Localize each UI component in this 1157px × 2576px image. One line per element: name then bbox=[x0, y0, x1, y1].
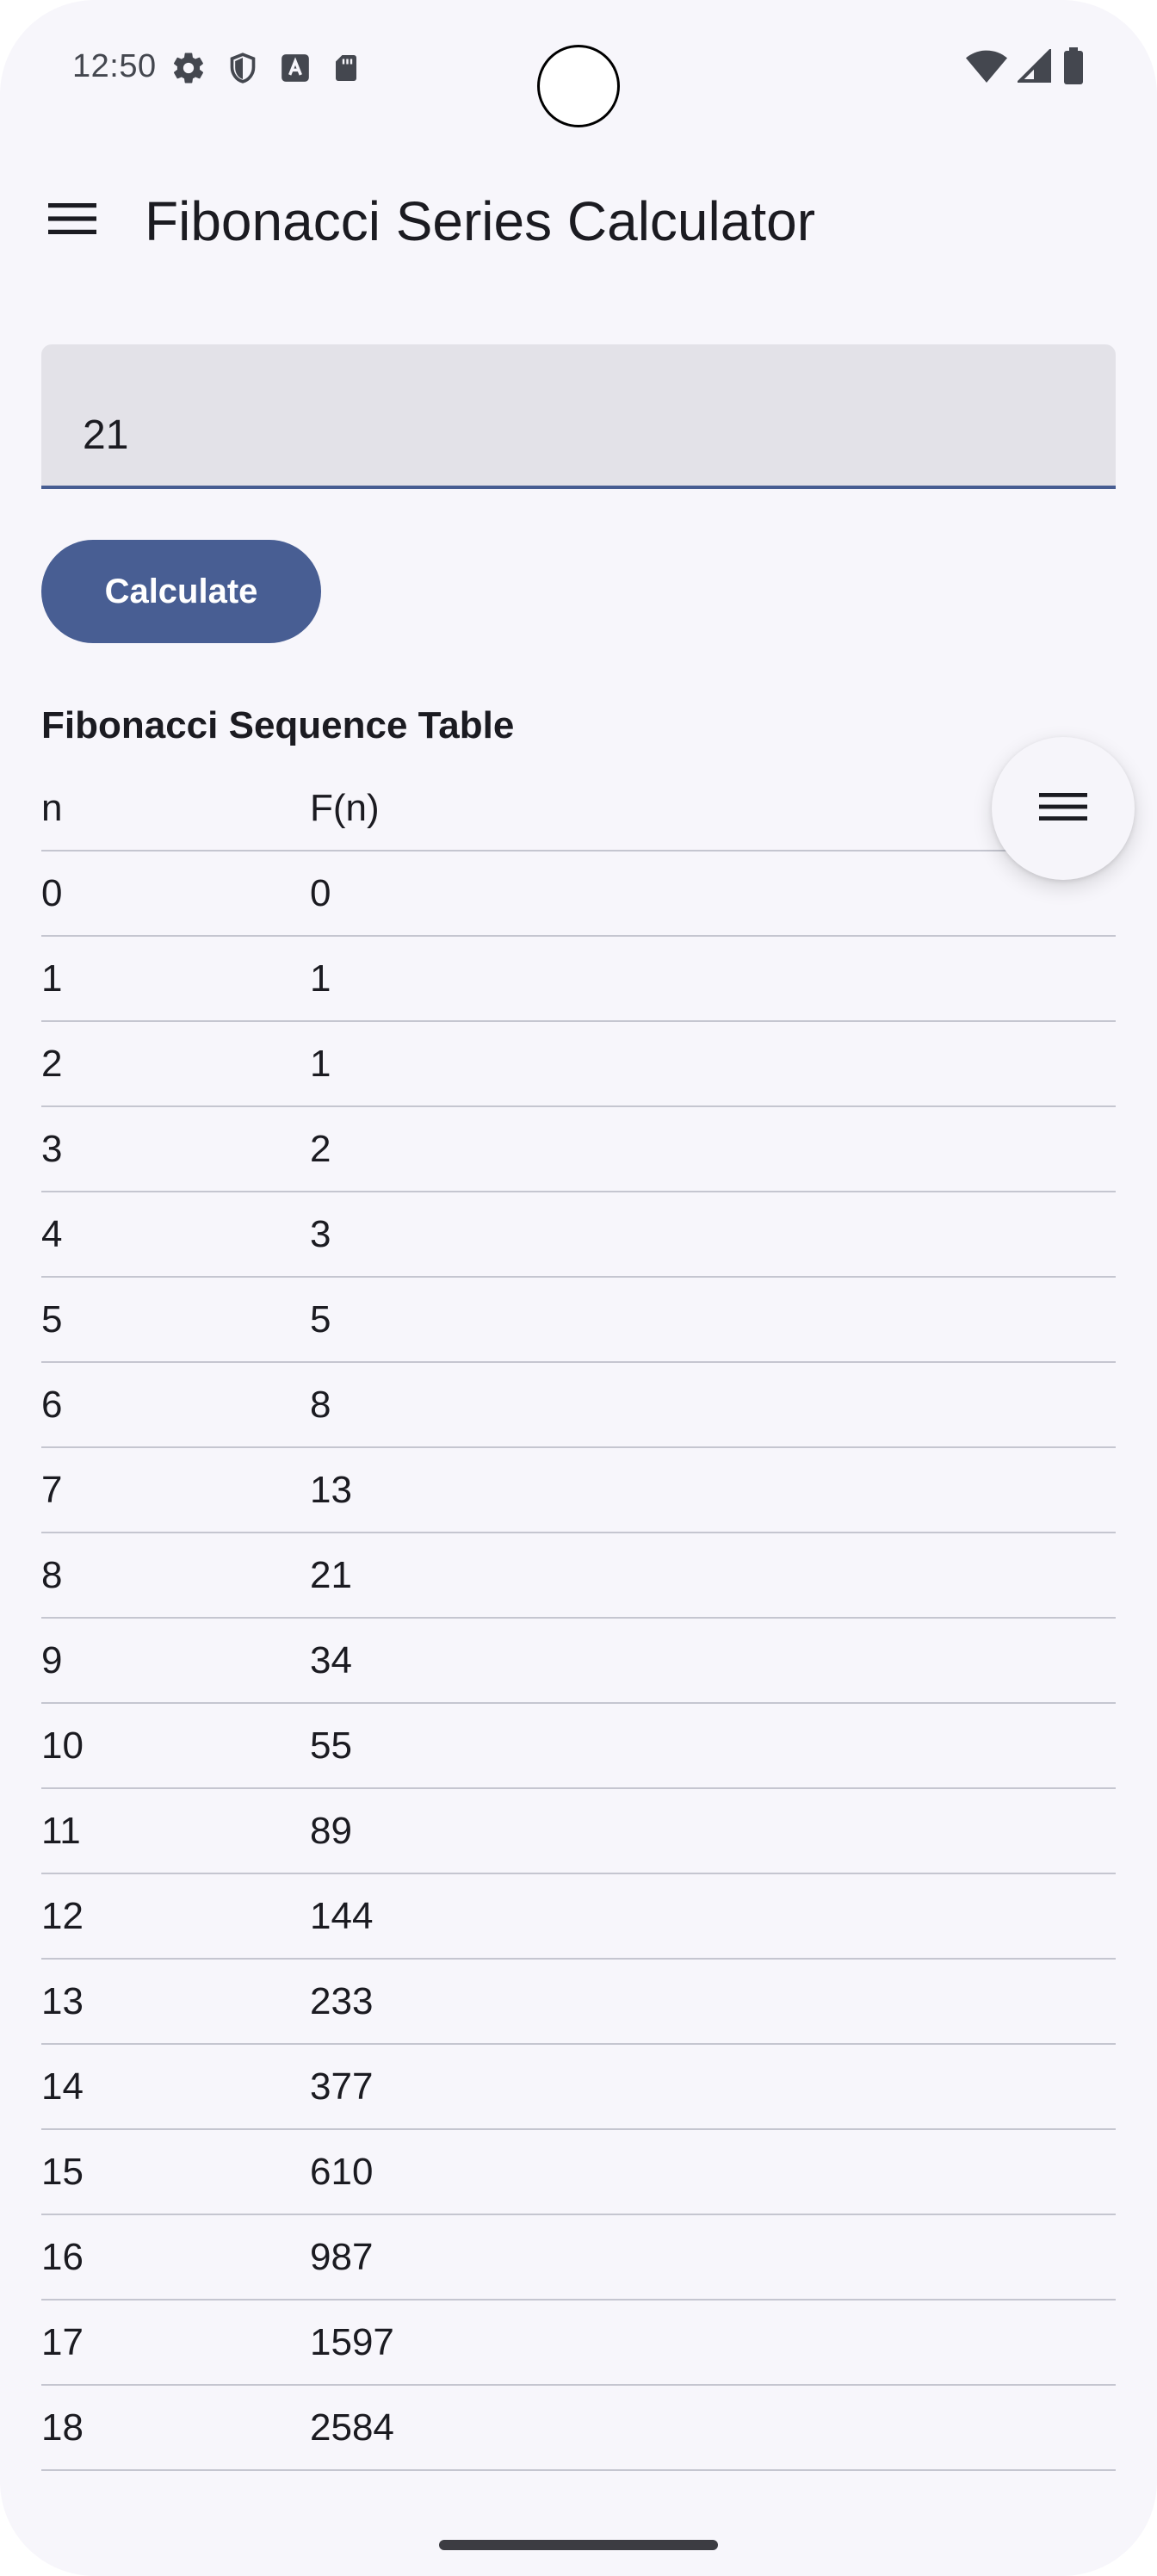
cell-fn: 8 bbox=[310, 1384, 331, 1426]
cell-n: 2 bbox=[41, 1043, 63, 1085]
table-row: 21 bbox=[41, 1022, 1116, 1107]
navigation-menu-button[interactable] bbox=[38, 186, 107, 255]
cell-fn: 55 bbox=[310, 1725, 352, 1767]
cell-fn: 89 bbox=[310, 1810, 352, 1852]
cell-n: 8 bbox=[41, 1554, 63, 1596]
cell-n: 17 bbox=[41, 2321, 84, 2363]
cell-fn: 3 bbox=[310, 1213, 331, 1255]
cell-fn: 233 bbox=[310, 1980, 374, 2022]
cell-n: 12 bbox=[41, 1895, 84, 1937]
page-title: Fibonacci Series Calculator bbox=[145, 190, 815, 252]
camera-cutout bbox=[537, 45, 620, 127]
table-title: Fibonacci Sequence Table bbox=[41, 704, 515, 746]
table-row: 68 bbox=[41, 1363, 1116, 1448]
table-row: 32 bbox=[41, 1107, 1116, 1192]
table-row: 14 377 bbox=[41, 2045, 1116, 2130]
a-box-icon bbox=[279, 52, 312, 84]
cell-n: 7 bbox=[41, 1469, 63, 1511]
floating-menu-button[interactable] bbox=[992, 737, 1135, 880]
battery-icon bbox=[1062, 46, 1085, 90]
table-row: 16 987 bbox=[41, 2215, 1116, 2300]
column-header-fn: F(n) bbox=[310, 787, 380, 829]
cell-fn: 0 bbox=[310, 872, 331, 914]
cell-fn: 2584 bbox=[310, 2406, 394, 2449]
cell-fn: 13 bbox=[310, 1469, 352, 1511]
table-row: 8 21 bbox=[41, 1533, 1116, 1619]
phone-screen: 12:50 Fibonacci Series Calculator 21 Cal… bbox=[0, 0, 1157, 2576]
table-row: 13 233 bbox=[41, 1960, 1116, 2045]
signal-icon bbox=[1016, 46, 1052, 88]
home-indicator[interactable] bbox=[439, 2540, 718, 2550]
table-row: 55 bbox=[41, 1278, 1116, 1363]
table-row: 7 13 bbox=[41, 1448, 1116, 1533]
cell-fn: 987 bbox=[310, 2236, 374, 2278]
number-input-value: 21 bbox=[83, 412, 129, 458]
table-header-row: n F(n) bbox=[41, 766, 1116, 851]
sd-card-icon bbox=[331, 51, 362, 85]
table-row: 15 610 bbox=[41, 2130, 1116, 2215]
fibonacci-table: n F(n) 00 11 21 32 43 55 68 7 13 8 21 9 34 … bbox=[41, 766, 1116, 2471]
table-row: 12 144 bbox=[41, 1874, 1116, 1960]
cell-n: 5 bbox=[41, 1298, 63, 1341]
menu-lines-icon bbox=[1039, 790, 1087, 828]
cell-fn: 34 bbox=[310, 1639, 352, 1681]
cell-fn: 5 bbox=[310, 1298, 331, 1341]
wifi-icon bbox=[966, 49, 1007, 88]
cell-n: 0 bbox=[41, 872, 63, 914]
cell-n: 10 bbox=[41, 1725, 84, 1767]
status-bar: 12:50 bbox=[0, 0, 1157, 138]
cell-n: 14 bbox=[41, 2065, 84, 2108]
status-time: 12:50 bbox=[72, 48, 157, 84]
table-row: 11 bbox=[41, 937, 1116, 1022]
cell-fn: 1 bbox=[310, 957, 331, 1000]
cell-n: 1 bbox=[41, 957, 63, 1000]
cell-n: 3 bbox=[41, 1128, 63, 1170]
cell-n: 13 bbox=[41, 1980, 84, 2022]
cell-fn: 21 bbox=[310, 1554, 352, 1596]
cell-n: 4 bbox=[41, 1213, 63, 1255]
cell-fn: 1 bbox=[310, 1043, 331, 1085]
table-row: 00 bbox=[41, 851, 1116, 937]
table-row: 18 2584 bbox=[41, 2386, 1116, 2471]
hamburger-menu-icon bbox=[48, 201, 96, 240]
number-input-field[interactable]: 21 bbox=[41, 344, 1116, 489]
cell-fn: 144 bbox=[310, 1895, 374, 1937]
cell-fn: 2 bbox=[310, 1128, 331, 1170]
calculate-button[interactable]: Calculate bbox=[41, 540, 321, 643]
cell-n: 11 bbox=[41, 1810, 81, 1852]
cell-n: 6 bbox=[41, 1384, 63, 1426]
shield-icon bbox=[226, 50, 260, 86]
table-row: 9 34 bbox=[41, 1619, 1116, 1704]
cell-fn: 1597 bbox=[310, 2321, 394, 2363]
column-header-n: n bbox=[41, 787, 63, 829]
table-row: 17 1597 bbox=[41, 2300, 1116, 2386]
top-app-bar: Fibonacci Series Calculator bbox=[0, 155, 1157, 284]
status-notification-icons bbox=[170, 48, 362, 88]
cell-n: 18 bbox=[41, 2406, 84, 2449]
cell-n: 15 bbox=[41, 2151, 84, 2193]
status-system-icons bbox=[966, 46, 1085, 90]
cell-fn: 377 bbox=[310, 2065, 374, 2108]
cell-fn: 610 bbox=[310, 2151, 374, 2193]
cell-n: 9 bbox=[41, 1639, 63, 1681]
table-row: 11 89 bbox=[41, 1789, 1116, 1874]
cell-n: 16 bbox=[41, 2236, 84, 2278]
table-row: 43 bbox=[41, 1192, 1116, 1278]
gear-icon bbox=[170, 50, 207, 86]
table-row: 10 55 bbox=[41, 1704, 1116, 1789]
